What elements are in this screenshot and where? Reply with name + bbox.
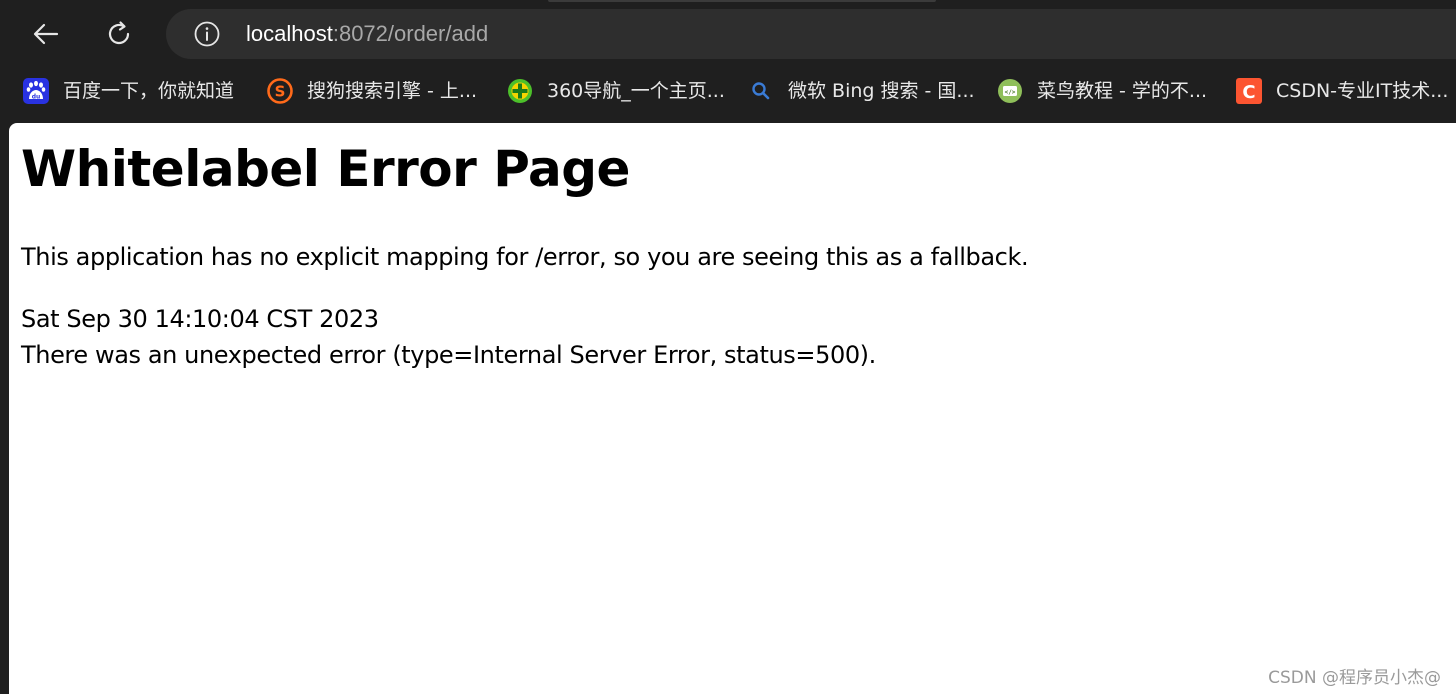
bookmark-label: 微软 Bing 搜索 - 国... bbox=[788, 80, 975, 102]
error-status: There was an unexpected error (type=Inte… bbox=[21, 341, 876, 369]
bookmark-label: 菜鸟教程 - 学的不... bbox=[1037, 80, 1208, 102]
reload-icon bbox=[108, 21, 130, 45]
site-info-button[interactable] bbox=[193, 20, 221, 48]
active-tab-edge[interactable] bbox=[548, 0, 936, 2]
bookmark-label: 360导航_一个主页... bbox=[547, 80, 725, 102]
bookmark-label: CSDN-专业IT技术... bbox=[1276, 80, 1449, 102]
svg-text:du: du bbox=[32, 94, 41, 101]
bookmark-label: 搜狗搜索引擎 - 上... bbox=[307, 80, 478, 102]
error-timestamp: Sat Sep 30 14:10:04 CST 2023 bbox=[21, 305, 379, 333]
url-host: localhost bbox=[246, 21, 333, 46]
bookmark-sogou[interactable]: S 搜狗搜索引擎 - 上... bbox=[267, 78, 477, 104]
browser-toolbar: localhost:8072/order/add bbox=[0, 0, 1456, 68]
360-icon bbox=[507, 78, 533, 104]
bookmarks-bar: du 百度一下，你就知道 S 搜狗搜索引擎 - 上... 360导航_一个主页.… bbox=[0, 68, 1456, 114]
bookmark-runoob[interactable]: </> 菜鸟教程 - 学的不... bbox=[997, 78, 1207, 104]
back-button[interactable] bbox=[26, 14, 66, 54]
search-icon bbox=[748, 78, 774, 104]
info-icon bbox=[194, 21, 220, 47]
page-title: Whitelabel Error Page bbox=[21, 140, 630, 198]
csdn-icon: C bbox=[1236, 78, 1262, 104]
bookmark-bing[interactable]: 微软 Bing 搜索 - 国... bbox=[748, 78, 975, 104]
reload-button[interactable] bbox=[99, 14, 139, 54]
url-path: :8072/order/add bbox=[332, 21, 489, 46]
bookmark-csdn[interactable]: C CSDN-专业IT技术... bbox=[1236, 78, 1448, 104]
bookmark-baidu[interactable]: du 百度一下，你就知道 bbox=[23, 78, 234, 104]
bookmark-label: 百度一下，你就知道 bbox=[63, 80, 235, 102]
page-viewport: Whitelabel Error Page This application h… bbox=[9, 123, 1456, 694]
back-arrow-icon bbox=[33, 23, 59, 45]
svg-text:</>: </> bbox=[1005, 89, 1016, 96]
svg-text:S: S bbox=[275, 83, 286, 101]
sogou-icon: S bbox=[267, 78, 293, 104]
bookmark-360[interactable]: 360导航_一个主页... bbox=[507, 78, 725, 104]
watermark: CSDN @程序员小杰@ bbox=[1268, 668, 1441, 688]
baidu-icon: du bbox=[23, 78, 49, 104]
url-text[interactable]: localhost:8072/order/add bbox=[246, 19, 488, 49]
error-message: This application has no explicit mapping… bbox=[21, 243, 1029, 271]
svg-text:C: C bbox=[1242, 82, 1255, 103]
runoob-icon: </> bbox=[997, 78, 1023, 104]
error-details: Sat Sep 30 14:10:04 CST 2023 There was a… bbox=[21, 301, 876, 373]
